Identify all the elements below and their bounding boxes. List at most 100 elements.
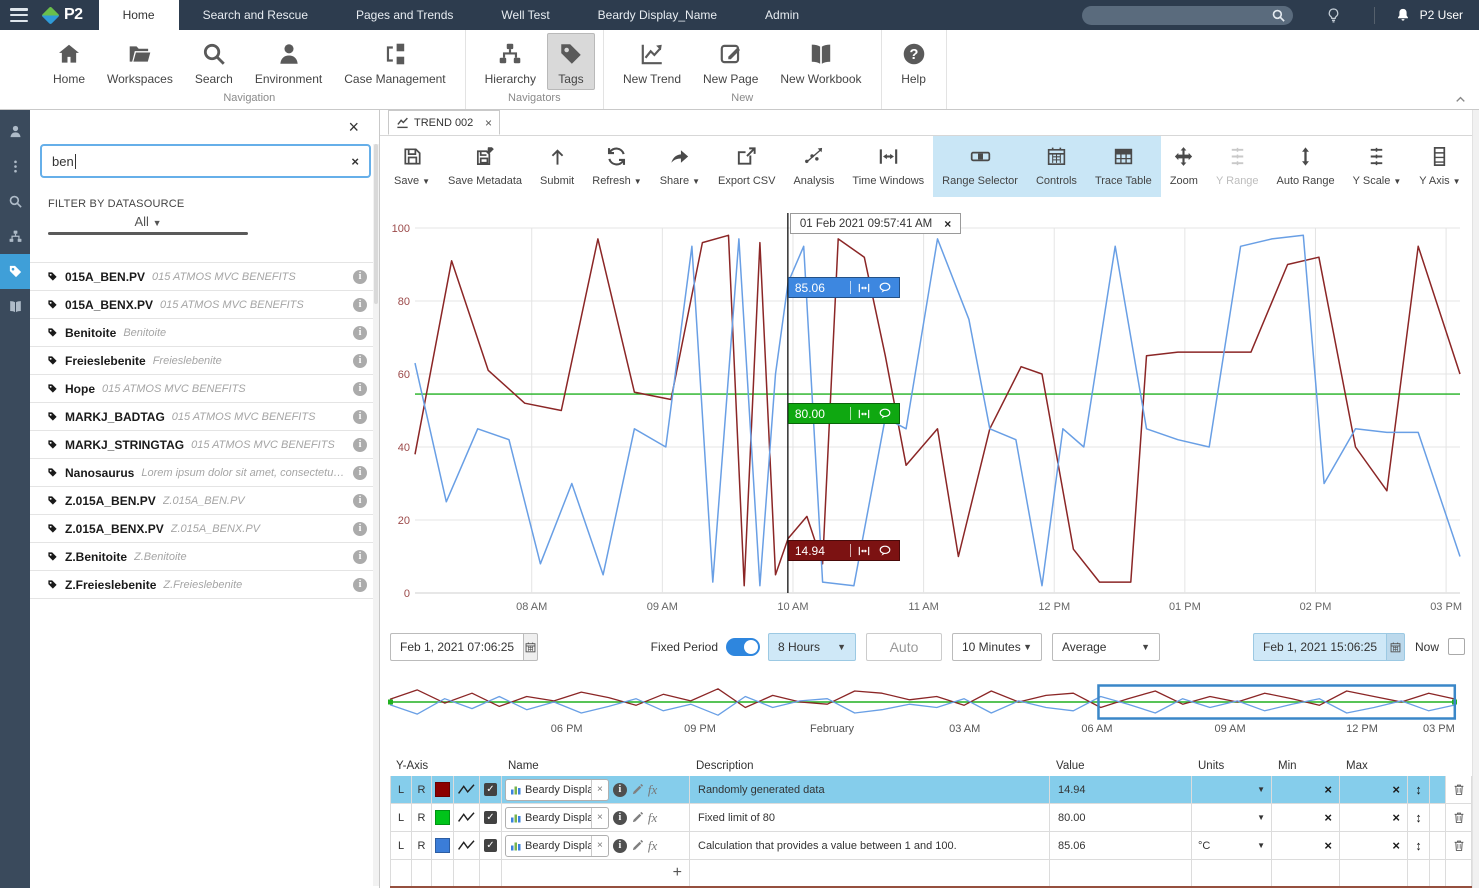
toolbar-export-csv-button[interactable]: Export CSV [709, 136, 784, 197]
autoscale-icon[interactable]: ↕ [1415, 838, 1422, 853]
fx-icon[interactable]: fx [648, 782, 657, 798]
tag-list-item[interactable]: Z.Benitoite Z.Benitoite i [30, 542, 379, 570]
axis-left-button[interactable]: L [390, 832, 412, 859]
ribbon-item-help[interactable]: ? Help [890, 33, 938, 90]
tag-list-item[interactable]: Freieslebenite Freieslebenite i [30, 346, 379, 374]
ribbon-item-new-trend[interactable]: New Trend [612, 33, 692, 90]
edit-icon[interactable] [631, 811, 644, 824]
end-date-input[interactable]: Feb 1, 2021 15:06:25 [1253, 633, 1387, 661]
table-row[interactable]: LR✓Beardy Display_...×ifxRandomly genera… [390, 776, 1472, 804]
line-style-cell[interactable] [454, 804, 480, 831]
close-tab-icon[interactable]: × [485, 116, 492, 130]
remove-trace-icon[interactable]: × [591, 779, 608, 800]
info-icon[interactable]: i [353, 493, 367, 508]
info-icon[interactable]: i [612, 810, 627, 825]
axis-left-button[interactable]: L [390, 776, 412, 803]
ribbon-item-hierarchy[interactable]: Hierarchy [474, 33, 547, 90]
visibility-checkbox[interactable]: ✓ [484, 783, 497, 796]
interval-dropdown[interactable]: 10 Minutes ▼ [952, 633, 1042, 661]
tag-list-item[interactable]: Hope 015 ATMOS MVC BENEFITS i [30, 374, 379, 402]
toolbar-controls-button[interactable]: Controls [1026, 136, 1086, 197]
delete-trace-icon[interactable] [1452, 838, 1466, 853]
clear-max-icon[interactable]: × [1392, 838, 1400, 853]
info-icon[interactable]: i [353, 325, 367, 340]
tag-list-item[interactable]: MARKJ_BADTAG 015 ATMOS MVC BENEFITS i [30, 402, 379, 430]
info-icon[interactable]: i [353, 409, 367, 424]
trace-name-chip[interactable]: Beardy Display_...× [505, 834, 609, 857]
auto-button[interactable]: Auto [866, 633, 942, 661]
now-checkbox[interactable] [1448, 638, 1465, 655]
period-dropdown[interactable]: 8 Hours ▼ [768, 633, 856, 661]
method-dropdown[interactable]: Average ▼ [1052, 633, 1160, 661]
info-icon[interactable]: i [353, 353, 367, 368]
toolbar-y-scale-button[interactable]: Y Scale ▼ [1344, 136, 1411, 197]
color-swatch[interactable] [435, 810, 450, 825]
close-panel-icon[interactable]: × [348, 118, 359, 136]
tag-list-item[interactable]: 015A_BENX.PV 015 ATMOS MVC BENEFITS i [30, 290, 379, 318]
info-icon[interactable]: i [612, 782, 627, 797]
clear-min-icon[interactable]: × [1324, 782, 1332, 797]
visibility-checkbox[interactable]: ✓ [484, 839, 497, 852]
ribbon-item-tags[interactable]: Tags [546, 33, 595, 90]
tag-list-item[interactable]: Nanosaurus Lorem ipsum dolor sit amet, co… [30, 458, 379, 486]
trace-color-cell[interactable] [432, 804, 454, 831]
visibility-cell[interactable]: ✓ [480, 776, 502, 803]
info-icon[interactable]: i [353, 269, 367, 284]
axis-right-button[interactable]: R [412, 832, 432, 859]
table-row[interactable]: LR✓Beardy Display_...×ifxCalculation tha… [390, 832, 1472, 860]
range-arrow-icon[interactable] [856, 544, 872, 558]
info-icon[interactable]: i [353, 297, 367, 312]
axis-right-button[interactable]: R [412, 804, 432, 831]
toolbar-save-button[interactable]: Save ▼ [385, 136, 439, 197]
visibility-cell[interactable]: ✓ [480, 804, 502, 831]
collapse-ribbon-icon[interactable] [1454, 93, 1467, 106]
comment-bubble-icon[interactable] [877, 407, 893, 421]
clear-search-icon[interactable]: × [351, 154, 359, 169]
sidebar-item-tags[interactable] [0, 254, 30, 289]
toolbar-trace-table-button[interactable]: Trace Table [1085, 136, 1161, 197]
user-menu[interactable]: P2 User [1420, 8, 1463, 22]
units-dropdown[interactable]: ▼ [1192, 776, 1272, 803]
start-date-input[interactable]: Feb 1, 2021 07:06:25 [390, 633, 524, 661]
end-calendar-button[interactable] [1386, 633, 1405, 661]
tag-search-input[interactable]: ben × [40, 144, 371, 178]
start-calendar-button[interactable] [523, 633, 539, 661]
sidebar-item-search[interactable] [0, 184, 30, 219]
fx-icon[interactable]: fx [648, 838, 657, 854]
trace-name-chip[interactable]: Beardy Display_...× [505, 806, 609, 829]
toolbar-save-metadata-button[interactable]: Save Metadata [439, 136, 531, 197]
range-arrow-icon[interactable] [856, 281, 872, 295]
visibility-checkbox[interactable]: ✓ [484, 811, 497, 824]
tag-list-item[interactable]: 015A_BEN.PV 015 ATMOS MVC BENEFITS i [30, 262, 379, 290]
hamburger-menu-icon[interactable] [10, 8, 28, 22]
toolbar-y-axis-button[interactable]: Y Axis ▼ [1410, 136, 1469, 197]
units-dropdown[interactable]: ▼ [1192, 804, 1272, 831]
sidebar-item-library[interactable] [0, 289, 30, 324]
trace-name-chip[interactable]: Beardy Display_...× [505, 778, 609, 801]
ribbon-item-home[interactable]: Home [42, 33, 96, 90]
topbar-search-input[interactable] [1091, 8, 1271, 22]
color-swatch[interactable] [435, 838, 450, 853]
line-style-cell[interactable] [454, 832, 480, 859]
ribbon-item-search[interactable]: Search [184, 33, 244, 90]
toolbar-share-button[interactable]: Share ▼ [651, 136, 709, 197]
autoscale-icon[interactable]: ↕ [1415, 782, 1422, 797]
topbar-search[interactable] [1081, 5, 1293, 25]
comment-bubble-icon[interactable] [877, 544, 893, 558]
trend-chart[interactable]: 0 20 40 60 80 100 08 AM 09 AM 10 AM 11 AM 12 PM 01 … [388, 202, 1465, 630]
panel-scrollbar[interactable] [373, 144, 379, 886]
lightbulb-icon[interactable] [1325, 7, 1342, 24]
datasource-dropdown[interactable]: All ▼ [48, 214, 248, 229]
topbar-tab-well-test[interactable]: Well Test [477, 0, 573, 30]
ribbon-item-environment[interactable]: Environment [244, 33, 333, 90]
sidebar-item-user[interactable] [0, 114, 30, 149]
info-icon[interactable]: i [353, 549, 367, 564]
toolbar-range-selector-button[interactable]: Range Selector [933, 136, 1027, 197]
trace-color-cell[interactable] [432, 776, 454, 803]
clear-min-icon[interactable]: × [1324, 838, 1332, 853]
ribbon-item-new-workbook[interactable]: New Workbook [769, 33, 872, 90]
fx-icon[interactable]: fx [648, 810, 657, 826]
autoscale-icon[interactable]: ↕ [1415, 810, 1422, 825]
edit-icon[interactable] [631, 839, 644, 852]
ribbon-item-case-management[interactable]: Case Management [333, 33, 456, 90]
